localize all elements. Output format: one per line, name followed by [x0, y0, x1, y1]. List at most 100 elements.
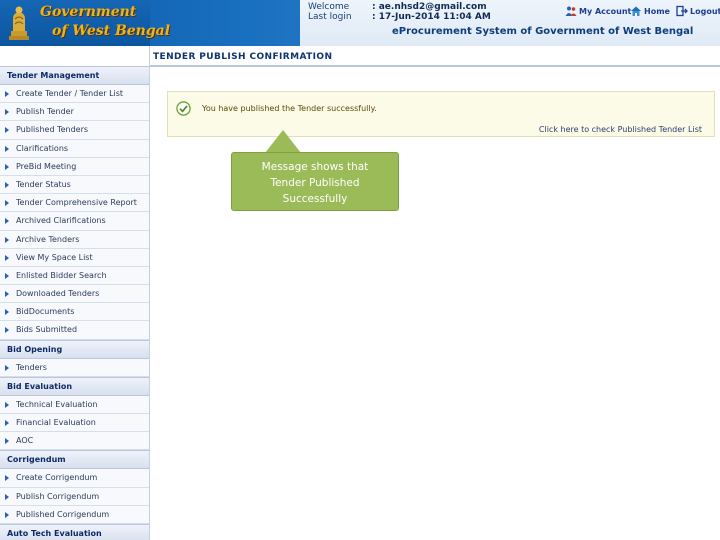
sidebar-item-label: Financial Evaluation [16, 418, 96, 427]
sidebar-item-tender-comprehensive-report[interactable]: Tender Comprehensive Report [0, 194, 149, 213]
bullet-icon [5, 364, 9, 371]
bullet-icon [5, 475, 9, 482]
sidebar-top-strip [0, 46, 149, 66]
logo-area: Government of West Bengal [0, 0, 170, 46]
callout-line1: Message shows that [261, 161, 369, 173]
callout-pointer [265, 130, 301, 153]
sidebar-item-label: Technical Evaluation [16, 399, 98, 409]
sidebar-item-archived-clarifications[interactable]: Archived Clarifications [0, 212, 149, 231]
sidebar-item-label: Bids Submitted [16, 325, 78, 335]
bullet-icon [5, 254, 9, 261]
last-login-label: Last login [308, 12, 352, 22]
government-title-line1: Government [40, 4, 137, 20]
sidebar-item-label: Archive Tenders [16, 234, 80, 244]
last-login-value: : 17-Jun-2014 11:04 AM [372, 12, 491, 22]
bullet-icon [5, 218, 9, 225]
sidebar-item-publish-corrigendum[interactable]: Publish Corrigendum [0, 487, 149, 506]
sidebar-item-label: BidDocuments [16, 307, 75, 317]
sidebar: Tender Management Create Tender / Tender… [0, 46, 150, 540]
bullet-icon [5, 200, 9, 207]
success-message: You have published the Tender successful… [202, 104, 377, 113]
sidebar-item-downloaded-tenders[interactable]: Downloaded Tenders [0, 285, 149, 304]
sidebar-item-bid-documents[interactable]: BidDocuments [0, 303, 149, 322]
logout-icon [676, 5, 688, 17]
sidebar-item-clarifications[interactable]: Clarifications [0, 139, 149, 158]
sidebar-item-label: Tender Status [16, 179, 71, 189]
welcome-label: Welcome [308, 2, 350, 12]
sidebar-item-label: Publish Tender [16, 107, 74, 117]
home-icon [631, 6, 641, 16]
sidebar-item-label: Clarifications [16, 143, 69, 153]
sidebar-item-label: AOC [16, 436, 34, 446]
bullet-icon [5, 127, 9, 134]
bullet-icon [5, 181, 9, 188]
logout-link[interactable]: Logout [676, 5, 720, 17]
callout-line3: Successfully [282, 193, 348, 205]
sidebar-item-label: Create Tender / Tender List [16, 89, 124, 98]
state-emblem-icon [9, 6, 29, 40]
sidebar-item-label: Archived Clarifications [16, 216, 106, 226]
header: Government of West Bengal Welcome : ae.n… [0, 0, 720, 46]
sidebar-item-create-corrigendum[interactable]: Create Corrigendum [0, 469, 149, 488]
users-icon [565, 6, 577, 16]
callout-line2: Tender Published [270, 177, 360, 189]
home-link[interactable]: Home [630, 5, 670, 17]
bullet-icon [5, 91, 9, 97]
sidebar-item-label: Published Tenders [16, 125, 89, 135]
sidebar-item-published-tenders[interactable]: Published Tenders [0, 121, 149, 140]
sidebar-item-label: Enlisted Bidder Search [16, 270, 107, 280]
my-account-link[interactable]: My Account [565, 5, 631, 17]
bullet-icon [5, 109, 9, 116]
government-title: Government of West Bengal [40, 4, 170, 44]
logout-label: Logout [690, 6, 720, 16]
bullet-icon [5, 272, 9, 279]
check-circle-icon [176, 101, 191, 116]
section-corrigendum: Corrigendum [0, 450, 149, 470]
bullet-icon [5, 327, 9, 334]
my-account-label: My Account [579, 6, 632, 16]
sidebar-item-view-my-space-list[interactable]: View My Space List [0, 248, 149, 267]
sidebar-item-aoc[interactable]: AOC [0, 432, 149, 451]
bullet-icon [5, 236, 9, 243]
sidebar-item-label: View My Space List [16, 252, 93, 262]
sidebar-item-label: PreBid Meeting [16, 161, 77, 171]
app-window: Government of West Bengal Welcome : ae.n… [0, 0, 720, 540]
government-title-line2: of West Bengal [52, 23, 171, 39]
bullet-icon [5, 420, 9, 426]
section-auto-tech-evaluation: Auto Tech Evaluation [0, 523, 149, 540]
sidebar-item-publish-tender[interactable]: Publish Tender [0, 103, 149, 122]
sidebar-item-financial-evaluation[interactable]: Financial Evaluation [0, 414, 149, 433]
sidebar-item-archive-tenders[interactable]: Archive Tenders [0, 230, 149, 249]
bullet-icon [5, 438, 9, 445]
bullet-icon [5, 163, 9, 170]
page-title: TENDER PUBLISH CONFIRMATION [153, 52, 333, 62]
sidebar-item-published-corrigendum[interactable]: Published Corrigendum [0, 505, 149, 524]
home-label: Home [644, 6, 670, 16]
sidebar-item-tenders[interactable]: Tenders [0, 358, 149, 377]
sidebar-item-enlisted-bidder-search[interactable]: Enlisted Bidder Search [0, 266, 149, 286]
section-bid-opening: Bid Opening [0, 339, 149, 359]
bullet-icon [5, 493, 9, 500]
sidebar-item-tender-status[interactable]: Tender Status [0, 175, 149, 195]
sidebar-item-label: Tenders [16, 362, 47, 372]
sidebar-item-technical-evaluation[interactable]: Technical Evaluation [0, 395, 149, 414]
bullet-icon [5, 291, 9, 298]
sidebar-item-prebid-meeting[interactable]: PreBid Meeting [0, 157, 149, 176]
section-bid-evaluation: Bid Evaluation [0, 376, 149, 396]
bullet-icon [5, 511, 9, 518]
welcome-email: : ae.nhsd2@gmail.com [372, 2, 487, 12]
header-info-panel: Welcome : ae.nhsd2@gmail.com Last login … [300, 0, 720, 46]
main-content: TENDER PUBLISH CONFIRMATION You have pub… [150, 46, 720, 540]
sidebar-item-create-tender[interactable]: Create Tender / Tender List [0, 85, 149, 104]
sidebar-item-bids-submitted[interactable]: Bids Submitted [0, 321, 149, 340]
success-message-box: You have published the Tender successful… [167, 91, 715, 137]
section-tender-management: Tender Management [0, 66, 149, 85]
title-divider [150, 65, 720, 67]
sidebar-item-label: Downloaded Tenders [16, 289, 100, 299]
sidebar-item-label: Published Corrigendum [16, 509, 110, 519]
bullet-icon [5, 145, 9, 152]
portal-title: eProcurement System of Government of Wes… [392, 26, 694, 37]
sidebar-item-label: Create Corrigendum [16, 473, 98, 483]
published-tender-list-link[interactable]: Click here to check Published Tender Lis… [539, 125, 702, 134]
sidebar-item-label: Tender Comprehensive Report [16, 198, 137, 208]
